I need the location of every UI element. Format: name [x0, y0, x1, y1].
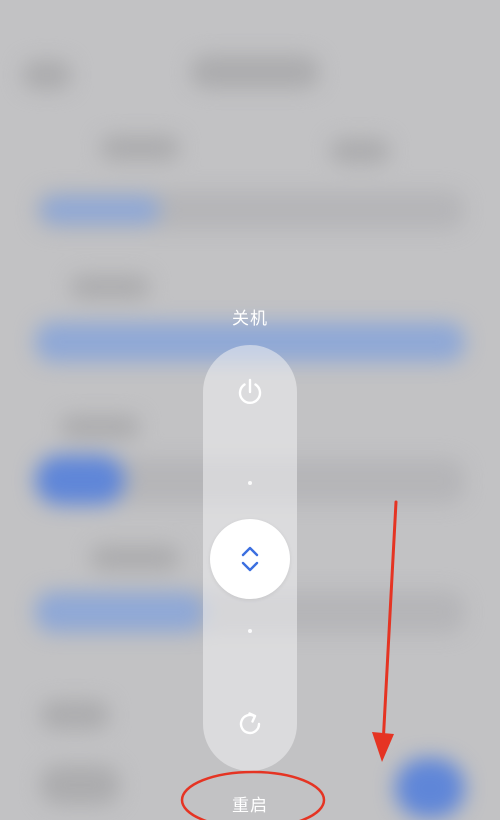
- power-slider[interactable]: [203, 345, 297, 771]
- power-icon: [238, 378, 262, 405]
- bg-label-4: [40, 700, 110, 730]
- bg-toggle: [35, 455, 125, 505]
- restart-button[interactable]: [230, 704, 270, 744]
- chevron-up-down-icon: [241, 546, 259, 572]
- bg-label-2: [60, 415, 140, 439]
- annotation-circle: [180, 770, 326, 820]
- bg-title: [190, 55, 320, 89]
- shutdown-label: 关机: [232, 309, 268, 329]
- bg-slider-3: [35, 592, 205, 632]
- shutdown-button[interactable]: [230, 372, 270, 412]
- bg-slider-fill: [40, 196, 160, 224]
- bg-label-3: [90, 545, 180, 571]
- track-dot-top: [248, 481, 252, 485]
- slider-handle[interactable]: [210, 519, 290, 599]
- bg-label: [70, 275, 150, 299]
- bg-back-button: [22, 60, 72, 90]
- bg-section-header-2: [330, 138, 390, 164]
- bg-section-header: [100, 135, 180, 161]
- annotation-arrow: [372, 500, 398, 762]
- track-dot-bottom: [248, 629, 252, 633]
- restart-icon: [239, 712, 261, 735]
